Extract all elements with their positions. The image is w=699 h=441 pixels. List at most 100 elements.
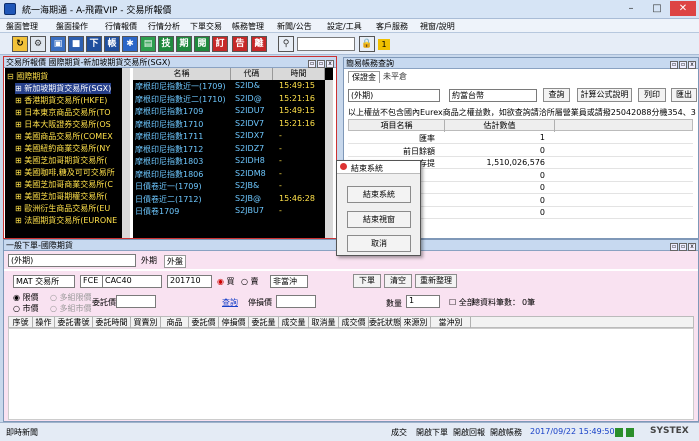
cancel-button[interactable]: 取消 — [347, 235, 411, 252]
all-checkbox[interactable]: ☐ 全部 — [449, 297, 475, 308]
quote-row[interactable]: 日債卷近二(1712) S2JB@ 15:46:28 — [133, 194, 333, 205]
quote-scrollbar[interactable] — [325, 80, 333, 238]
stop-price-input[interactable] — [276, 295, 316, 308]
news-ticker[interactable]: 即時新聞 — [6, 427, 38, 438]
export-button[interactable]: 匯出 — [671, 88, 697, 102]
quote-header-name[interactable]: 名稱 — [133, 68, 231, 80]
close-icon[interactable]: x — [688, 243, 696, 251]
tree-root[interactable]: ⊟ 國際期貨 — [7, 71, 48, 82]
menu-item-settings[interactable]: 設定/工具 — [327, 21, 362, 32]
menu-item-quotes[interactable]: 行情報價 — [105, 21, 137, 32]
order-month-select[interactable]: 201710 — [167, 275, 212, 288]
quote-row[interactable]: 日債卷1709 S2JBU7 - — [133, 206, 333, 217]
market-radio[interactable]: ○ 市價 — [13, 303, 39, 314]
refresh-icon[interactable]: ↻ — [12, 36, 28, 52]
exit-window-button[interactable]: 結束視窗 — [347, 211, 411, 228]
pin-icon[interactable]: ▫ — [670, 61, 678, 69]
quote-row[interactable]: 摩根印尼指數1709 S2IDU7 15:49:15 — [133, 106, 333, 117]
tree-item-sgx[interactable]: ⊞ 新加坡期貨交易所(SGX) — [15, 83, 112, 94]
exit-system-button[interactable]: 結束系統 — [347, 186, 411, 203]
tb-notice[interactable]: 告 — [232, 36, 248, 52]
sell-radio[interactable]: ○ 賣 — [241, 276, 259, 287]
restore-icon[interactable]: ▫ — [317, 60, 325, 68]
order-exchange-select[interactable]: MAT 交易所 — [13, 275, 75, 288]
menu-item-service[interactable]: 客戶服務 — [376, 21, 408, 32]
menu-item-board-manage[interactable]: 盤面管理 — [6, 21, 38, 32]
print-button[interactable]: 列印 — [638, 88, 666, 102]
tree-item-hkfe[interactable]: ⊞ 香港期貨交易所(HKFE) — [15, 95, 107, 106]
settings-icon[interactable]: ⚙ — [30, 36, 46, 52]
chart-icon[interactable]: ▤ — [140, 36, 156, 52]
quote-row[interactable]: 摩根印尼指數近一(1709) S2ID& 15:49:15 — [133, 81, 333, 92]
menu-item-help[interactable]: 視窗/說明 — [420, 21, 455, 32]
tree-item-tocom[interactable]: ⊞ 日本東京商品交易所(TO — [15, 107, 111, 118]
close-icon[interactable]: x — [326, 60, 334, 68]
quote-row[interactable]: 摩根印尼指數1710 S2IDV7 15:21:16 — [133, 119, 333, 130]
box-icon[interactable]: ▣ — [50, 36, 66, 52]
restore-icon[interactable]: ▫ — [679, 61, 687, 69]
tree-item-cbot[interactable]: ⊞ 美國芝加哥期貨交易所( — [15, 155, 107, 166]
menu-item-account[interactable]: 帳務管理 — [232, 21, 264, 32]
tree-item-cboe[interactable]: ⊞ 美國芝加哥期權交易所( — [15, 191, 107, 202]
menu-item-analysis[interactable]: 行情分析 — [148, 21, 180, 32]
query-button[interactable]: 查詢 — [543, 88, 570, 102]
status-tab-open-report[interactable]: 開啟回報 — [453, 427, 485, 438]
tab-foreign-market[interactable]: 外盤 — [164, 255, 186, 268]
close-button[interactable]: ✕ — [670, 1, 696, 16]
price-input[interactable] — [116, 295, 156, 308]
quote-row[interactable]: 摩根印尼指數1806 S2IDM8 - — [133, 169, 333, 180]
search-icon[interactable]: ⚲ — [278, 36, 294, 52]
pin-icon[interactable]: ▫ — [670, 243, 678, 251]
tree-item-ice[interactable]: ⊞ 美國咖啡,糖及可可交易所 — [15, 167, 115, 178]
quote-header-code[interactable]: 代碼 — [231, 68, 273, 80]
tree-item-euronext[interactable]: ⊞ 法國期貨交易所(EURONE — [15, 215, 117, 226]
tab-margin[interactable]: 保證金 — [348, 71, 380, 83]
gear-icon[interactable]: ✱ — [122, 36, 138, 52]
formula-button[interactable]: 計算公式說明 — [577, 88, 632, 102]
tb-order[interactable]: 下 — [86, 36, 102, 52]
tab-open-position[interactable]: 未平倉 — [380, 71, 410, 82]
tree-item-ose[interactable]: ⊞ 日本大阪證券交易所(OS — [15, 119, 111, 130]
minimize-button[interactable]: – — [618, 1, 644, 16]
order-condition-select[interactable]: 非當沖 — [270, 275, 308, 288]
monitor-icon[interactable]: ■ — [68, 36, 84, 52]
tb-tech[interactable]: 技 — [158, 36, 174, 52]
tab-foreign-futures[interactable]: 外期 — [141, 255, 157, 266]
tb-exit[interactable]: 離 — [251, 36, 267, 52]
limit-radio[interactable]: ◉ 限價 — [13, 292, 39, 303]
order-account-select[interactable]: (外期) — [8, 254, 136, 267]
clear-button[interactable]: 清空 — [384, 274, 412, 288]
menu-item-board-operate[interactable]: 盤面操作 — [56, 21, 88, 32]
buy-radio[interactable]: ◉ 買 — [217, 276, 235, 287]
multi-limit-radio[interactable]: ○ 多組限價 — [50, 292, 92, 303]
exchange-rate-select[interactable]: 約當台幣 — [449, 89, 537, 102]
tb-read[interactable]: 閱 — [194, 36, 210, 52]
tree-item-comex[interactable]: ⊞ 美國商品交易所(COMEX — [15, 131, 113, 142]
tree-item-cme[interactable]: ⊞ 美國芝加哥商業交易所(C — [15, 179, 113, 190]
menu-item-news[interactable]: 新聞/公告 — [277, 21, 312, 32]
status-tab-open-account[interactable]: 開啟帳務 — [490, 427, 522, 438]
tb-futures[interactable]: 期 — [176, 36, 192, 52]
quote-row[interactable]: 摩根印尼指數1803 S2IDH8 - — [133, 156, 333, 167]
reload-button[interactable]: 重新整理 — [415, 274, 457, 288]
order-product-code[interactable]: FCE — [80, 275, 104, 288]
place-order-button[interactable]: 下單 — [353, 274, 381, 288]
toolbar-search-input[interactable] — [297, 37, 355, 51]
qty-input[interactable]: 1 — [406, 295, 440, 308]
close-icon[interactable]: x — [688, 61, 696, 69]
maximize-button[interactable]: □ — [644, 1, 670, 16]
lock-icon[interactable]: 🔒 — [359, 36, 375, 52]
tb-subscribe[interactable]: 訂 — [212, 36, 228, 52]
quote-row[interactable]: 摩根印尼指數1712 S2IDZ7 - — [133, 144, 333, 155]
quote-row[interactable]: 摩根印尼指數1711 S2IDX7 - — [133, 131, 333, 142]
quote-row[interactable]: 摩根印尼指數近二(1710) S2ID@ 15:21:16 — [133, 94, 333, 105]
restore-icon[interactable]: ▫ — [679, 243, 687, 251]
order-product-name[interactable]: CAC40 — [102, 275, 162, 288]
tree-scrollbar[interactable] — [122, 68, 130, 238]
status-tab-open-order[interactable]: 開啟下單 — [416, 427, 448, 438]
account-currency-select[interactable]: (外期) — [348, 89, 440, 102]
status-tab-fill[interactable]: 成交 — [391, 427, 407, 438]
query-link[interactable]: 查詢 — [222, 297, 238, 308]
tb-account[interactable]: 帳 — [104, 36, 120, 52]
quote-row[interactable]: 日債卷近一(1709) S2JB& - — [133, 181, 333, 192]
